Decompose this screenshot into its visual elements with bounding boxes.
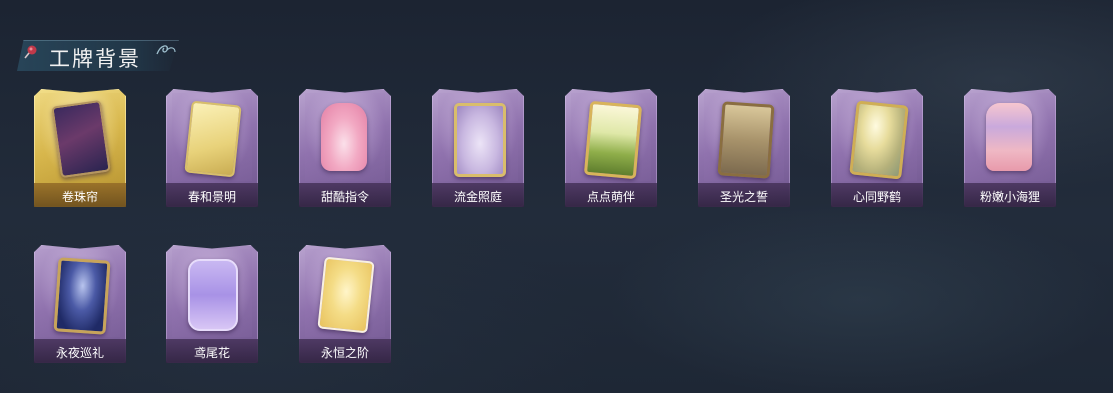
card-label-bar: 甜酷指令 [299, 183, 391, 207]
card-label-bar: 永夜巡礼 [34, 339, 126, 363]
badge-card-diandianmengban[interactable]: 点点萌伴 [563, 89, 659, 207]
badge-card-chunhejingming[interactable]: 春和景明 [164, 89, 260, 207]
card-label-bar: 卷珠帘 [34, 183, 126, 207]
card-label: 春和景明 [187, 190, 236, 204]
card-label: 圣光之誓 [719, 190, 768, 204]
card-art-night-moon [53, 257, 111, 335]
card-label-bar: 心同野鹤 [831, 183, 923, 207]
badge-card-fennenxiaohaili[interactable]: 粉嫩小海狸 [962, 89, 1058, 207]
card-label-bar: 圣光之誓 [698, 183, 790, 207]
card-label-bar: 粉嫩小海狸 [964, 183, 1056, 207]
card-label: 心同野鹤 [852, 190, 901, 204]
badge-card-yongyexunli[interactable]: 永夜巡礼 [32, 245, 128, 363]
card-art-eternal-steps [317, 256, 375, 334]
pin-icon [24, 45, 37, 59]
section-header: 工牌背景 [17, 40, 179, 71]
swirl-icon [156, 45, 176, 55]
card-label-bar: 点点萌伴 [565, 183, 657, 207]
card-label: 鸢尾花 [193, 346, 230, 360]
badge-card-yonghengzhijie[interactable]: 永恒之阶 [297, 245, 393, 363]
badge-card-juanzhulian[interactable]: 卷珠帘 [32, 89, 128, 207]
card-label-bar: 鸢尾花 [166, 339, 258, 363]
card-art-golden-ornate [184, 100, 242, 178]
card-label: 永夜巡礼 [55, 346, 104, 360]
card-art-crane-sunlight [849, 100, 909, 180]
card-art-gold-frame-crystal [454, 103, 506, 177]
card-art-holy-light [717, 101, 775, 179]
section-title: 工牌背景 [49, 47, 141, 71]
badge-card-tiankuzhiling[interactable]: 甜酷指令 [297, 89, 393, 207]
card-label: 点点萌伴 [586, 190, 635, 204]
badge-card-xintongyehe[interactable]: 心同野鹤 [829, 89, 925, 207]
badge-card-yuanweihua[interactable]: 鸢尾花 [164, 245, 260, 363]
card-label-bar: 流金照庭 [432, 183, 524, 207]
card-label: 粉嫩小海狸 [979, 190, 1040, 204]
card-label: 流金照庭 [453, 190, 502, 204]
card-label: 卷珠帘 [61, 190, 98, 204]
badge-card-liujinzhaoting[interactable]: 流金照庭 [430, 89, 526, 207]
card-art-dark-curtain [51, 99, 111, 179]
card-label-bar: 春和景明 [166, 183, 258, 207]
card-art-iris-lavender [188, 259, 238, 331]
card-art-green-meadow [583, 100, 643, 180]
card-label: 甜酷指令 [320, 190, 369, 204]
card-label-bar: 永恒之阶 [299, 339, 391, 363]
card-art-pink-beaver [986, 103, 1032, 171]
badge-card-shengguangzhishi[interactable]: 圣光之誓 [696, 89, 792, 207]
card-label: 永恒之阶 [320, 346, 369, 360]
card-art-pink-monster [321, 103, 367, 171]
